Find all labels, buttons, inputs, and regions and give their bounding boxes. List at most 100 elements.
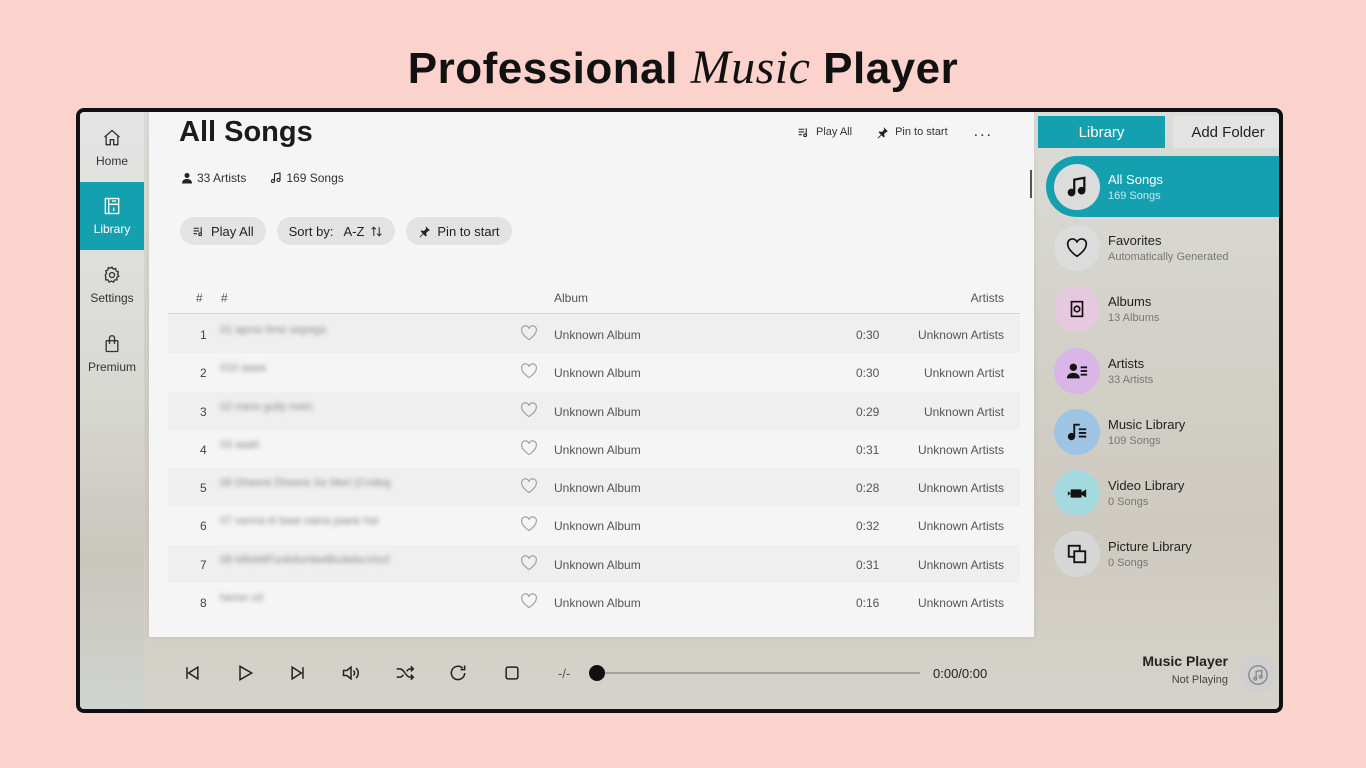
track-title: 01 aprox time aayega: [220, 324, 326, 336]
track-album: Unknown Album: [554, 519, 641, 534]
now-playing-artwork[interactable]: [1240, 657, 1276, 693]
track-album: Unknown Album: [554, 328, 641, 342]
now-playing-title: Music Player: [1142, 653, 1228, 669]
favorite-button[interactable]: [520, 593, 538, 612]
sort-value: A-Z: [343, 223, 365, 239]
repeat-button[interactable]: [447, 662, 469, 684]
category-subtitle: 33 Artists: [1108, 373, 1154, 386]
column-album[interactable]: Album: [554, 291, 588, 305]
music-note-icon: [271, 172, 281, 184]
favorite-button[interactable]: [520, 363, 538, 382]
seek-handle[interactable]: [589, 665, 605, 681]
heart-icon: [521, 478, 537, 494]
category-icon-circle: [1054, 470, 1100, 517]
track-album: Unknown Album: [554, 404, 641, 419]
category-icon-circle: [1054, 286, 1100, 333]
promo-heading-part1: Professional: [407, 44, 678, 93]
top-play-all-label: Play All: [816, 126, 853, 138]
track-number: 4: [200, 442, 207, 457]
artist-icon: [1066, 363, 1088, 378]
seek-bar[interactable]: [596, 672, 920, 674]
category-icon-circle: [1054, 408, 1100, 455]
table-row[interactable]: 4 03 aaah Unknown Album 0:31 Unknown Art…: [168, 430, 1020, 468]
add-folder-button[interactable]: Add Folder: [1173, 116, 1279, 148]
music-note-icon: [1067, 176, 1086, 196]
table-row[interactable]: 7 08 MiloMiFunkdumbelBudeleuVocho Unknow…: [168, 544, 1020, 584]
category-title: Albums: [1108, 294, 1152, 310]
heart-icon: [521, 401, 537, 417]
track-title: 010 aaaa: [220, 362, 266, 375]
play-all-button[interactable]: Play All: [180, 217, 266, 245]
category-video-library[interactable]: Video Library 0 Songs: [1046, 462, 1279, 523]
category-artists[interactable]: Artists 33 Artists: [1046, 340, 1279, 401]
column-title[interactable]: #: [221, 291, 228, 305]
library-tab-button[interactable]: Library: [1038, 116, 1165, 148]
nav-item-label: Home: [95, 154, 128, 168]
track-number: 6: [200, 519, 207, 534]
table-row[interactable]: 3 02 mere gully mein Unknown Album 0:29 …: [168, 391, 1020, 430]
track-number: 2: [200, 366, 207, 381]
time-elapsed-total: 0:00/0:00: [933, 666, 988, 681]
shopping-bag-icon: [105, 335, 119, 353]
track-artist: Unknown Artist: [923, 366, 1004, 381]
shuffle-button[interactable]: [394, 662, 416, 684]
column-number[interactable]: #: [196, 291, 203, 305]
track-album: Unknown Album: [554, 366, 641, 381]
skip-previous-icon: [186, 665, 199, 681]
sort-button[interactable]: Sort by: A-Z: [276, 217, 396, 245]
play-all-label: Play All: [211, 223, 254, 239]
favorite-button[interactable]: [520, 555, 538, 574]
category-icon-circle: [1054, 531, 1100, 578]
song-list: 1 01 aprox time aayega Unknown Album 0:3…: [168, 315, 1020, 621]
play-button[interactable]: [234, 662, 256, 684]
favorite-button[interactable]: [520, 516, 538, 535]
table-row[interactable]: 1 01 aprox time aayega Unknown Album 0:3…: [168, 315, 1020, 354]
library-stats: 33 Artists 169 Songs: [181, 171, 344, 185]
track-duration: 0:30: [856, 328, 880, 342]
library-icon: [104, 197, 120, 215]
track-title: 03 aaah: [220, 438, 260, 451]
track-artist: Unknown Artist: [923, 404, 1004, 419]
track-title: heroo xd: [220, 592, 263, 605]
nav-item-settings[interactable]: Settings: [80, 251, 144, 319]
column-artists[interactable]: Artists: [971, 291, 1004, 305]
volume-button[interactable]: [340, 662, 362, 684]
heart-icon: [521, 555, 537, 570]
favorite-button[interactable]: [520, 478, 538, 497]
pin-icon: [420, 225, 431, 237]
track-title: 07 sanna ki baat naina jaane hai: [220, 515, 379, 528]
heart-icon: [521, 440, 537, 456]
track-duration: 0:28: [856, 481, 880, 496]
person-icon: [182, 173, 192, 184]
more-options-button[interactable]: ...: [974, 123, 993, 141]
nav-item-premium[interactable]: Premium: [80, 320, 144, 388]
nav-item-home[interactable]: Home: [80, 114, 144, 182]
category-favorites[interactable]: Favorites Automatically Generated: [1046, 217, 1279, 278]
table-row[interactable]: 6 07 sanna ki baat naina jaane hai Unkno…: [168, 506, 1020, 544]
category-title: Picture Library: [1108, 539, 1192, 555]
artist-count: 33 Artists: [181, 171, 246, 185]
table-row[interactable]: 5 06 Dheere Dheere Se Meri (Cndeg) Unkno…: [168, 468, 1020, 507]
nav-item-library[interactable]: Library: [80, 182, 144, 250]
favorite-button[interactable]: [520, 401, 538, 421]
pin-to-start-button[interactable]: Pin to start: [406, 217, 512, 245]
music-list-icon: [193, 226, 203, 236]
stop-button[interactable]: [501, 662, 523, 684]
favorite-button[interactable]: [520, 325, 538, 344]
heart-icon: [521, 363, 537, 379]
category-all-songs[interactable]: All Songs 169 Songs: [1046, 156, 1279, 218]
next-button[interactable]: [287, 662, 309, 684]
category-music-library[interactable]: Music Library 109 Songs: [1046, 401, 1279, 462]
heart-icon: [521, 516, 537, 532]
table-row[interactable]: 8 heroo xd Unknown Album 0:16 Unknown Ar…: [168, 583, 1020, 621]
top-play-all-button[interactable]: Play All: [797, 126, 852, 139]
top-pin-button[interactable]: Pin to start: [876, 126, 948, 139]
heart-icon: [521, 593, 537, 609]
category-picture-library[interactable]: Picture Library 0 Songs: [1046, 524, 1279, 585]
home-icon: [104, 129, 120, 146]
favorite-button[interactable]: [520, 440, 538, 459]
table-row[interactable]: 2 010 aaaa Unknown Album 0:30 Unknown Ar…: [168, 353, 1020, 391]
previous-button[interactable]: [181, 662, 203, 684]
category-albums[interactable]: Albums 13 Albums: [1046, 279, 1279, 340]
top-pin-label: Pin to start: [895, 126, 948, 138]
